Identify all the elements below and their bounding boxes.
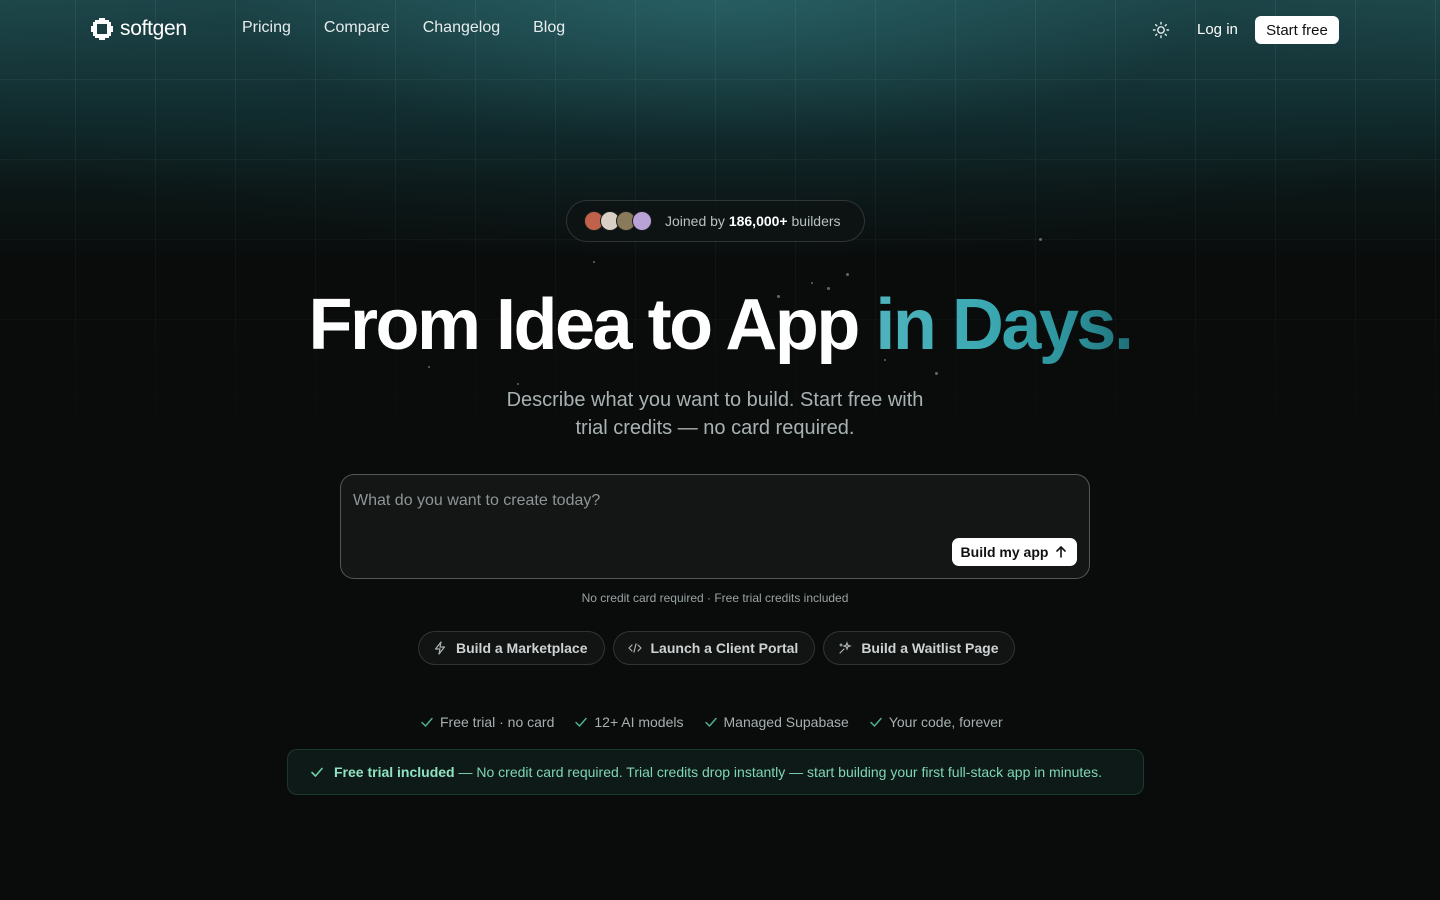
chip-label: Build a Marketplace bbox=[456, 640, 588, 656]
feature-item: 12+ AI models bbox=[574, 714, 684, 730]
trial-banner-strong: Free trial included bbox=[334, 764, 455, 780]
prompt-box: Build my app bbox=[340, 474, 1090, 579]
build-button-label: Build my app bbox=[960, 544, 1049, 560]
check-icon bbox=[311, 767, 323, 777]
feature-label: Your code, forever bbox=[888, 714, 1003, 730]
feature-item: Free trial · no card bbox=[420, 714, 554, 730]
particle-dot bbox=[517, 383, 519, 385]
trial-banner-text: Free trial included — No credit card req… bbox=[334, 764, 1102, 780]
hero-subhead: Describe what you want to build. Start f… bbox=[506, 389, 924, 439]
headline-main: From Idea to App bbox=[308, 285, 861, 365]
feature-list: Free trial · no card 12+ AI models Manag… bbox=[420, 714, 1003, 730]
feature-item: Managed Supabase bbox=[704, 714, 849, 730]
headline-accent: in Days. bbox=[875, 285, 1134, 365]
check-icon bbox=[575, 717, 588, 727]
particle-dot bbox=[846, 273, 849, 276]
chip-label: Build a Waitlist Page bbox=[861, 640, 999, 656]
feature-item: Your code, forever bbox=[869, 714, 1003, 730]
avatar-stack bbox=[584, 211, 652, 231]
chip-launch-client-portal[interactable]: Launch a Client Portal bbox=[612, 631, 816, 665]
feature-label: Free trial · no card bbox=[440, 714, 555, 730]
particle-dot bbox=[428, 366, 430, 368]
feature-label: 12+ AI models bbox=[594, 714, 684, 730]
start-free-button[interactable]: Start free bbox=[1255, 16, 1339, 44]
feature-label: Managed Supabase bbox=[723, 714, 849, 730]
nav-link-pricing[interactable]: Pricing bbox=[242, 19, 291, 37]
particle-dot bbox=[593, 261, 595, 263]
chip-label: Launch a Client Portal bbox=[650, 640, 799, 656]
particle-dot bbox=[1039, 238, 1042, 241]
nav-links: Pricing Compare Changelog Blog bbox=[242, 19, 565, 37]
logo-text: softgen bbox=[120, 17, 187, 40]
avatar bbox=[632, 211, 652, 231]
check-icon bbox=[870, 717, 882, 727]
check-icon bbox=[704, 717, 717, 727]
badge-suffix: builders bbox=[791, 213, 841, 229]
free-trial-banner: Free trial included — No credit card req… bbox=[287, 749, 1144, 795]
builders-count: 186,000+ bbox=[728, 213, 788, 229]
arrow-up-icon bbox=[1056, 546, 1067, 558]
nav-link-blog[interactable]: Blog bbox=[533, 19, 565, 37]
badge-prefix: Joined by bbox=[665, 213, 725, 229]
sun-icon[interactable] bbox=[1151, 20, 1171, 40]
prompt-input[interactable] bbox=[353, 489, 1073, 513]
trial-banner-body: — No credit card required. Trial credits… bbox=[454, 764, 1102, 780]
nav-link-compare[interactable]: Compare bbox=[324, 19, 390, 37]
suggestion-chips: Build a Marketplace Launch a Client Port… bbox=[418, 631, 1016, 665]
badge-text: Joined by 186,000+ builders bbox=[665, 213, 841, 229]
check-icon bbox=[421, 717, 433, 727]
lightning-icon bbox=[434, 641, 446, 655]
logo[interactable]: softgen bbox=[90, 16, 187, 42]
code-icon bbox=[627, 643, 642, 653]
builders-badge: Joined by 186,000+ builders bbox=[566, 200, 865, 242]
build-my-app-button[interactable]: Build my app bbox=[952, 538, 1077, 566]
hero-headline: From Idea to App in Days. bbox=[0, 284, 1440, 366]
chip-build-marketplace[interactable]: Build a Marketplace bbox=[418, 631, 605, 665]
nav-link-changelog[interactable]: Changelog bbox=[423, 19, 500, 37]
no-card-note: No credit card required · Free trial cre… bbox=[581, 591, 849, 605]
sparkle-icon bbox=[839, 641, 853, 654]
top-nav: softgen Pricing Compare Changelog Blog L… bbox=[0, 0, 1440, 60]
chip-build-waitlist-page[interactable]: Build a Waitlist Page bbox=[823, 631, 1016, 665]
softgen-logo-icon bbox=[91, 18, 113, 40]
login-link[interactable]: Log in bbox=[1197, 21, 1238, 38]
particle-dot bbox=[935, 372, 938, 375]
